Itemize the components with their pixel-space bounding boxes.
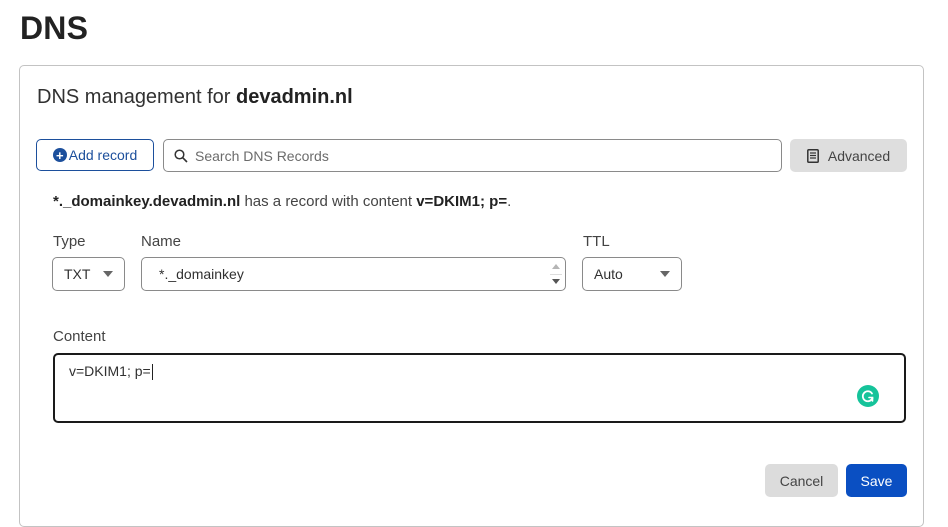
type-label: Type	[53, 233, 86, 250]
page-title: DNS	[20, 10, 89, 46]
card-title: DNS management for devadmin.nl	[37, 86, 353, 109]
card-title-domain: devadmin.nl	[235, 86, 353, 108]
summary-end: .	[507, 193, 512, 210]
ttl-select[interactable]: Auto	[582, 257, 682, 291]
chevron-down-icon	[103, 271, 113, 277]
name-value: *._domainkey	[159, 266, 244, 282]
spinner-up-icon[interactable]	[552, 264, 560, 269]
add-record-label: Add record	[68, 147, 138, 163]
summary-record-name: *._domainkey.devadmin.nl	[53, 193, 241, 210]
name-input[interactable]: *._domainkey	[141, 257, 566, 291]
search-icon	[174, 148, 188, 163]
name-label: Name	[141, 233, 182, 250]
text-cursor	[151, 364, 153, 381]
advanced-label: Advanced	[827, 147, 891, 164]
document-icon	[806, 148, 819, 163]
spinner-divider	[550, 273, 562, 275]
record-summary: *._domainkey.devadmin.nl has a record wi…	[53, 193, 511, 210]
type-value: TXT	[64, 266, 91, 282]
type-select[interactable]: TXT	[52, 257, 125, 291]
summary-middle-text: has a record with content	[244, 193, 413, 210]
advanced-button[interactable]: Advanced	[790, 139, 907, 172]
plus-circle-icon: +	[52, 148, 67, 162]
content-value: v=DKIM1; p=	[69, 363, 151, 379]
summary-record-content: v=DKIM1; p=	[416, 193, 508, 210]
chevron-down-icon	[660, 271, 670, 277]
ttl-value: Auto	[594, 266, 623, 282]
ttl-label: TTL	[583, 233, 610, 250]
name-spinner[interactable]	[550, 261, 562, 287]
content-label: Content	[53, 328, 106, 345]
add-record-button[interactable]: + Add record	[36, 139, 154, 171]
grammarly-icon[interactable]	[857, 385, 879, 407]
search-box[interactable]	[163, 139, 782, 172]
cancel-button[interactable]: Cancel	[765, 464, 838, 497]
save-button[interactable]: Save	[846, 464, 907, 497]
card-title-prefix: DNS management for	[37, 86, 231, 108]
dns-management-card: DNS management for devadmin.nl + Add rec…	[19, 65, 924, 527]
search-input[interactable]	[193, 146, 757, 165]
spinner-down-icon[interactable]	[552, 279, 560, 284]
content-textarea[interactable]: v=DKIM1; p=	[53, 353, 906, 423]
